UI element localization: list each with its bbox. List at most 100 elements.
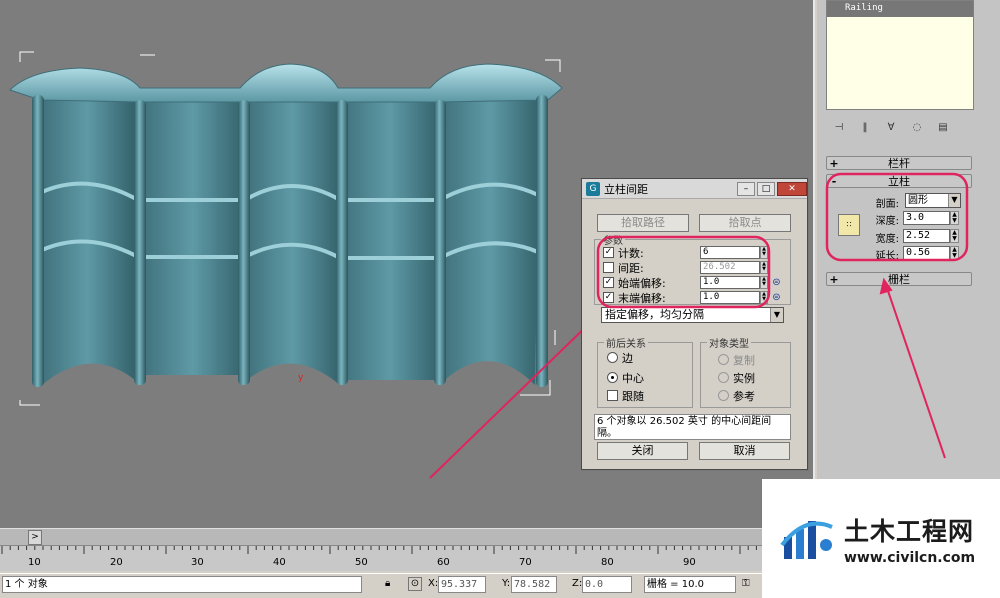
- time-slider-thumb[interactable]: >: [28, 530, 42, 545]
- count-field[interactable]: 6: [700, 246, 760, 259]
- cancel-button[interactable]: 取消: [699, 442, 790, 460]
- reference-radio[interactable]: [718, 390, 729, 401]
- section-value: 圆形: [908, 195, 928, 206]
- spacing-checkbox[interactable]: [603, 262, 614, 273]
- expand-icon: +: [829, 156, 839, 170]
- spacing-field[interactable]: 26.502: [700, 261, 760, 274]
- count-checkbox[interactable]: ✓: [603, 247, 614, 258]
- copy-radio[interactable]: [718, 354, 729, 365]
- start-offset-spinner[interactable]: 1.0 ▲ ▼: [700, 276, 768, 289]
- modifier-stack-list[interactable]: Railing: [826, 0, 974, 110]
- maximize-icon[interactable]: □: [757, 181, 775, 196]
- centers-label: 中心: [622, 372, 644, 385]
- show-end-result-icon[interactable]: ‖: [858, 120, 872, 134]
- distribution-value: 指定偏移，均匀分隔: [605, 308, 704, 321]
- modifier-stack-item-railing[interactable]: Railing: [827, 1, 973, 17]
- edges-radio[interactable]: [607, 352, 618, 363]
- rollout-fencing-title: 栅栏: [888, 273, 910, 286]
- start-offset-label: 始端偏移:: [618, 277, 666, 290]
- depth-spinner[interactable]: 3.0 ▲ ▼: [903, 211, 959, 225]
- tick-label: 80: [601, 557, 614, 568]
- follow-label: 跟随: [622, 390, 644, 403]
- tick-label: 30: [191, 557, 204, 568]
- app-logo-icon: G: [586, 181, 600, 196]
- svg-text:y: y: [298, 373, 304, 383]
- x-label: X:: [428, 578, 439, 589]
- watermark-url: www.civilcn.com: [844, 549, 976, 566]
- spinner-arrows-icon[interactable]: ▲ ▼: [760, 291, 768, 304]
- rollout-fencing[interactable]: + 栅栏: [826, 272, 972, 286]
- post-spacing-button[interactable]: ∷: [838, 214, 860, 236]
- tick-label: 60: [437, 557, 450, 568]
- extension-spinner[interactable]: 0.56 ▲ ▼: [903, 246, 959, 260]
- start-offset-checkbox[interactable]: ✓: [603, 277, 614, 288]
- context-group-title: 前后关系: [604, 335, 648, 350]
- minimize-icon[interactable]: –: [737, 181, 755, 196]
- instance-radio[interactable]: [718, 372, 729, 383]
- civilcn-logo-icon: [780, 520, 833, 559]
- rollout-posts-title: 立柱: [888, 175, 910, 188]
- end-offset-spinner[interactable]: 1.0 ▲ ▼: [700, 291, 768, 304]
- pin-stack-icon[interactable]: ⊣: [832, 120, 846, 134]
- tick-label: 20: [110, 557, 123, 568]
- copy-label: 复制: [733, 354, 755, 367]
- spinner-arrows-icon[interactable]: ▲ ▼: [760, 276, 768, 289]
- chevron-down-icon: ▼: [770, 308, 783, 322]
- spinner-arrows-icon[interactable]: ▲ ▼: [950, 246, 959, 260]
- summary-text: 6 个对象以 26.502 英寸 的中心间距间隔。: [594, 414, 791, 440]
- tick-label: 70: [519, 557, 532, 568]
- x-coordinate-field[interactable]: 95.337: [438, 576, 486, 593]
- z-coordinate-field[interactable]: 0.0: [582, 576, 632, 593]
- y-label: Y:: [502, 578, 511, 589]
- count-spinner[interactable]: 6 ▲ ▼: [700, 246, 768, 259]
- depth-field[interactable]: 3.0: [903, 211, 950, 225]
- section-dropdown[interactable]: 圆形 ▼: [905, 193, 961, 208]
- start-offset-field[interactable]: 1.0: [700, 276, 760, 289]
- close-button[interactable]: 关闭: [597, 442, 688, 460]
- depth-label: 深度:: [875, 216, 899, 227]
- width-label: 宽度:: [875, 234, 899, 245]
- width-field[interactable]: 2.52: [903, 229, 950, 243]
- configure-sets-icon[interactable]: ▤: [936, 120, 950, 134]
- close-icon[interactable]: ✕: [777, 181, 807, 196]
- end-offset-checkbox[interactable]: ✓: [603, 292, 614, 303]
- absolute-mode-icon[interactable]: ⊙: [408, 577, 422, 591]
- rollout-posts[interactable]: - 立柱: [826, 174, 972, 188]
- spinner-arrows-icon[interactable]: ▲ ▼: [950, 211, 959, 225]
- spacing-spinner[interactable]: 26.502 ▲ ▼: [700, 261, 768, 274]
- reference-label: 参考: [733, 390, 755, 403]
- lock-selection-icon[interactable]: 🔒︎: [385, 578, 390, 589]
- section-label: 剖面:: [875, 199, 899, 210]
- follow-checkbox[interactable]: [607, 390, 618, 401]
- spinner-arrows-icon[interactable]: ▲ ▼: [760, 246, 768, 259]
- spacing-label: 间距:: [618, 262, 644, 275]
- extension-field[interactable]: 0.56: [903, 246, 950, 260]
- end-offset-field[interactable]: 1.0: [700, 291, 760, 304]
- end-offset-label: 末端偏移:: [618, 292, 666, 305]
- tick-label: 40: [273, 557, 286, 568]
- width-spinner[interactable]: 2.52 ▲ ▼: [903, 229, 959, 243]
- distribution-dropdown[interactable]: 指定偏移，均匀分隔 ▼: [601, 307, 784, 323]
- chevron-down-icon: ▼: [948, 194, 960, 207]
- centers-radio[interactable]: [607, 372, 618, 383]
- y-coordinate-field[interactable]: 78.582: [511, 576, 557, 593]
- count-label: 计数:: [618, 247, 644, 260]
- selection-status: 1 个 对象: [2, 576, 362, 593]
- pick-path-button[interactable]: 拾取路径: [597, 214, 689, 232]
- watermark-name: 土木工程网: [844, 516, 975, 546]
- remove-modifier-icon[interactable]: ◌: [910, 120, 924, 134]
- spinner-arrows-icon[interactable]: ▲ ▼: [950, 229, 959, 243]
- make-unique-icon[interactable]: ∀: [884, 120, 898, 134]
- grid-size-field: 栅格 = 10.0: [644, 576, 736, 593]
- edges-label: 边: [622, 352, 633, 365]
- spinner-arrows-icon[interactable]: ▲ ▼: [760, 261, 768, 274]
- lock-icon[interactable]: ⊜: [771, 291, 782, 304]
- lock-icon[interactable]: ⊜: [771, 276, 782, 289]
- rollout-railing[interactable]: + 栏杆: [826, 156, 972, 170]
- z-label: Z:: [572, 578, 583, 589]
- pick-points-button[interactable]: 拾取点: [699, 214, 791, 232]
- modifier-stack-toolbar: ⊣ ‖ ∀ ◌ ▤: [826, 116, 974, 138]
- dialog-titlebar[interactable]: G 立柱间距 – □ ✕: [582, 179, 807, 199]
- key-icon[interactable]: ⚿: [742, 578, 750, 589]
- instance-label: 实例: [733, 372, 755, 385]
